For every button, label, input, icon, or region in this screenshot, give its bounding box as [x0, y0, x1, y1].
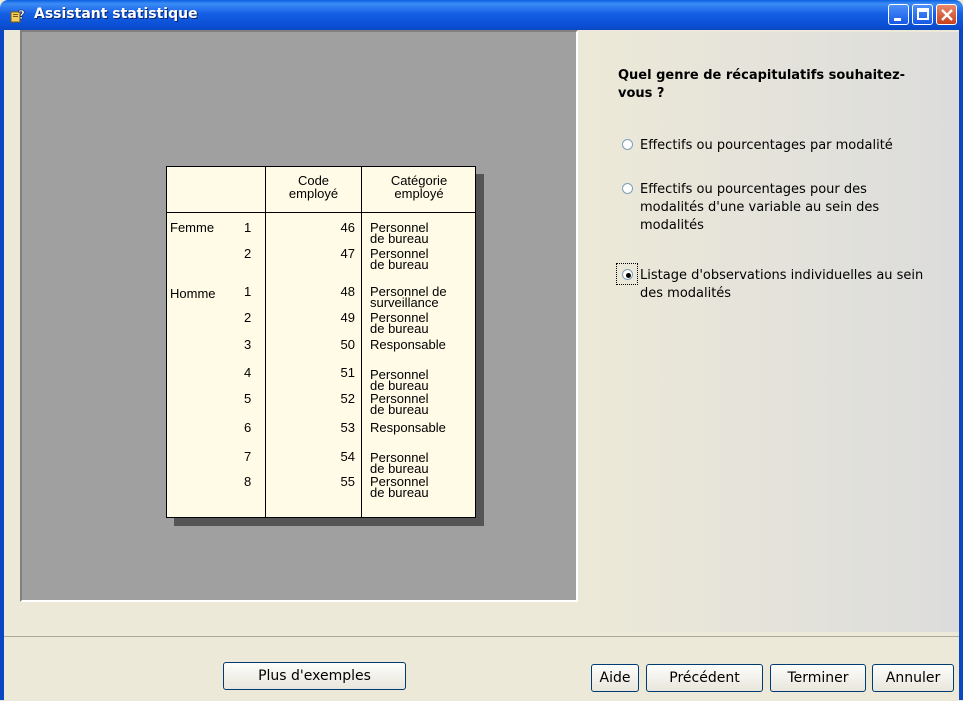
row-code: 54: [340, 449, 355, 464]
maximize-icon[interactable]: [912, 4, 933, 25]
row-code: 52: [340, 391, 355, 406]
question-text: Quel genre de récapitulatifs souhaitez-v…: [618, 68, 906, 101]
radio-button[interactable]: [622, 183, 633, 194]
row-code: 51: [340, 365, 355, 380]
row-index: 5: [244, 391, 252, 406]
row-category: Personnel de bureau: [370, 246, 429, 272]
row-code: 46: [340, 220, 355, 235]
row-category: Personnel de bureau: [370, 367, 429, 393]
minimize-icon[interactable]: [888, 4, 909, 25]
table-divider: [265, 167, 266, 517]
group-label: Homme: [170, 286, 216, 301]
previous-button[interactable]: Précédent: [646, 664, 763, 692]
header-code: Code employé: [266, 174, 361, 200]
close-icon[interactable]: [936, 4, 957, 25]
table-header-divider: [167, 212, 475, 213]
row-code: 47: [340, 246, 355, 261]
row-category: Personnel de surveillance: [370, 284, 447, 310]
row-index: 3: [244, 337, 252, 352]
svg-text:?: ?: [18, 8, 25, 22]
options-panel: [592, 32, 959, 632]
row-code: 55: [340, 474, 355, 489]
radio-button[interactable]: [622, 139, 633, 150]
help-button[interactable]: Aide: [591, 664, 639, 692]
row-index: 2: [244, 310, 252, 325]
row-category: Personnel de bureau: [370, 474, 429, 500]
row-index: 2: [244, 246, 252, 261]
finish-button[interactable]: Terminer: [770, 664, 866, 692]
option-label[interactable]: Effectifs ou pourcentages par modalité: [640, 137, 930, 155]
row-index: 1: [244, 284, 252, 299]
title-bar[interactable]: ? Assistant statistique: [0, 0, 963, 30]
row-category: Personnel de bureau: [370, 310, 429, 336]
table-divider: [361, 167, 362, 517]
row-category: Personnel de bureau: [370, 391, 429, 417]
wizard-window: ? Assistant statistique Code employé Cat…: [0, 0, 963, 701]
header-category-line2: employé: [394, 186, 444, 201]
row-code: 49: [340, 310, 355, 325]
row-index: 1: [244, 220, 252, 235]
example-table: Code employé Catégorie employé Femme 1 4…: [166, 166, 476, 518]
more-examples-button[interactable]: Plus d'exemples: [223, 662, 406, 690]
option-label[interactable]: Effectifs ou pourcentages pour des modal…: [640, 181, 930, 235]
row-code: 53: [340, 420, 355, 435]
header-category: Catégorie employé: [362, 174, 476, 200]
example-preview: Code employé Catégorie employé Femme 1 4…: [20, 30, 578, 602]
row-index: 8: [244, 474, 252, 489]
option-label[interactable]: Listage d'observations individuelles au …: [640, 267, 930, 303]
app-icon: ?: [10, 7, 26, 23]
row-index: 6: [244, 420, 252, 435]
focus-rectangle: [616, 263, 638, 285]
row-category: Responsable: [370, 420, 446, 435]
cancel-button[interactable]: Annuler: [872, 664, 954, 692]
row-index: 7: [244, 449, 252, 464]
row-code: 48: [340, 284, 355, 299]
row-category: Personnel de bureau: [370, 220, 429, 246]
window-title: Assistant statistique: [34, 6, 198, 22]
row-category: Personnel de bureau: [370, 450, 429, 476]
window-frame-right: [959, 30, 963, 700]
row-category: Responsable: [370, 337, 446, 352]
row-code: 50: [340, 337, 355, 352]
header-code-line2: employé: [288, 186, 339, 201]
row-index: 4: [244, 365, 252, 380]
group-label: Femme: [170, 220, 215, 235]
